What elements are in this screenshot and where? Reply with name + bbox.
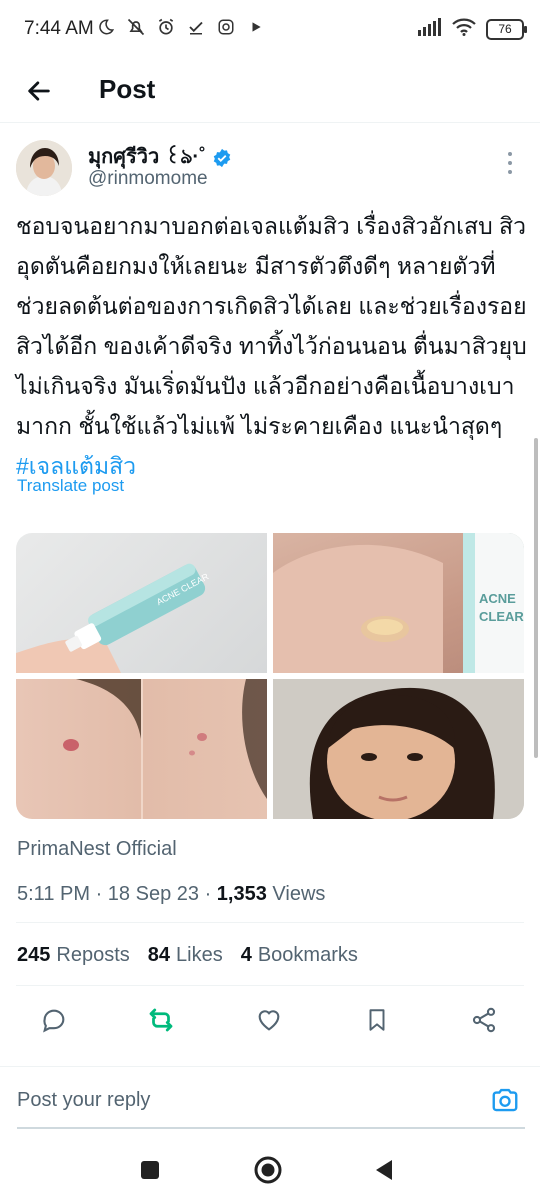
top-app-bar: Post [0, 62, 540, 123]
svg-text:CLEAR: CLEAR [479, 609, 524, 624]
reposts-count: 245 [17, 944, 51, 966]
bookmark-button[interactable] [357, 1000, 397, 1040]
battery-icon: 76 [486, 19, 527, 40]
like-button[interactable] [249, 1000, 289, 1040]
reposts-stat[interactable]: 245 Reposts [17, 944, 130, 967]
reply-bar [0, 1066, 540, 1129]
reposts-label: Reposts [56, 944, 130, 966]
dot [508, 152, 512, 156]
separator: · [95, 883, 103, 905]
camera-icon [492, 1088, 518, 1112]
engagement-stats: 245 Reposts 84 Likes 4 Bookmarks [17, 944, 358, 967]
wifi-icon [452, 18, 476, 41]
share-button[interactable] [464, 1000, 504, 1040]
status-time: 7:44 AM [24, 18, 94, 39]
post-text: ชอบจนอยากมาบอกต่อเจลแต้มสิว เรื่องสิวอัก… [16, 206, 528, 486]
media-image-3[interactable] [16, 679, 267, 819]
bookmarks-label: Bookmarks [257, 944, 358, 966]
mute-icon [126, 16, 146, 38]
triangle-back-icon [376, 1160, 392, 1180]
repost-icon [149, 1008, 173, 1032]
views-label: Views [272, 883, 326, 905]
arrow-left-icon [28, 81, 50, 101]
bookmarks-count: 4 [240, 944, 252, 966]
reply-underline [17, 1127, 525, 1129]
page-title: Post [99, 74, 156, 104]
views-count: 1,353 [216, 883, 267, 905]
likes-label: Likes [176, 944, 223, 966]
check-icon [186, 16, 206, 38]
action-bar [0, 1000, 540, 1040]
signal-icon [418, 18, 442, 41]
system-nav-bar [0, 1140, 540, 1200]
instagram-icon [216, 16, 236, 38]
share-icon [472, 1007, 496, 1033]
verified-badge-icon [213, 148, 230, 167]
alarm-icon [156, 16, 176, 38]
post-date: 18 Sep 23 [107, 883, 199, 905]
media-grid: ACNE CLEAR ACNE CLEAR [16, 533, 524, 819]
likes-count: 84 [147, 944, 170, 966]
bookmark-icon [369, 1009, 385, 1031]
back-nav-button[interactable] [368, 1154, 400, 1186]
status-bar: 7:44 AM 76 [0, 0, 540, 62]
media-image-2[interactable]: ACNE CLEAR [273, 533, 524, 673]
more-options-button[interactable] [500, 150, 520, 176]
home-button[interactable] [252, 1154, 284, 1186]
play-icon [246, 16, 266, 38]
dot [508, 161, 512, 165]
post-body-text: ชอบจนอยากมาบอกต่อเจลแต้มสิว เรื่องสิวอัก… [16, 213, 527, 439]
dot [508, 170, 512, 174]
svg-text:ACNE: ACNE [479, 591, 516, 606]
divider [16, 985, 524, 986]
circle-icon [254, 1156, 282, 1184]
moon-icon [96, 16, 116, 38]
scrollbar[interactable] [534, 438, 538, 758]
bookmarks-stat[interactable]: 4 Bookmarks [241, 944, 358, 967]
reply-input[interactable] [17, 1089, 457, 1112]
post-metadata: 5:11 PM · 18 Sep 23 · 1,353 Views [17, 883, 325, 906]
media-image-4[interactable] [273, 679, 524, 819]
comment-icon [43, 1009, 65, 1033]
separator: · [204, 883, 212, 905]
avatar[interactable] [16, 140, 72, 196]
media-image-1[interactable]: ACNE CLEAR [16, 533, 267, 673]
likes-stat[interactable]: 84 Likes [148, 944, 223, 967]
reply-button[interactable] [34, 1000, 74, 1040]
translate-post-link[interactable]: Translate post [17, 476, 124, 496]
square-icon [141, 1161, 159, 1179]
camera-button[interactable] [490, 1085, 520, 1115]
author-handle[interactable]: @rinmomome [88, 168, 208, 190]
post-time: 5:11 PM [17, 883, 90, 905]
recents-button[interactable] [134, 1154, 166, 1186]
repost-button[interactable] [141, 1000, 181, 1040]
back-button[interactable] [22, 74, 56, 108]
post-source[interactable]: PrimaNest Official [17, 838, 177, 861]
divider [16, 922, 524, 923]
heart-icon [258, 1010, 280, 1031]
